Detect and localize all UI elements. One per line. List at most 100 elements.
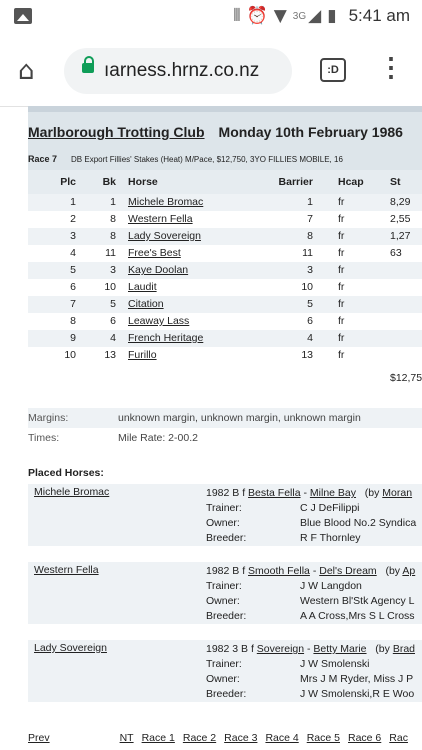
damsire-link[interactable]: Ap (402, 565, 415, 577)
result-plc: 4 (70, 247, 76, 259)
race-nav-link[interactable]: Race 6 (348, 732, 381, 744)
signal-icon: ◢ (308, 6, 322, 26)
damsire-link[interactable]: Brad (393, 643, 415, 655)
meeting-title: Marlborough Trotting Club Monday 10th Feb… (28, 124, 403, 140)
wifi-icon: ▼ (273, 6, 287, 26)
result-horse-link[interactable]: Laudit (128, 281, 157, 293)
network-type: 3G (292, 10, 307, 22)
race-nav-link[interactable]: Race 5 (307, 732, 340, 744)
club-link[interactable]: Marlborough Trotting Club (28, 124, 205, 140)
result-hcap: fr (338, 332, 345, 344)
result-bk: 6 (110, 315, 116, 327)
home-icon[interactable]: ⌂ (18, 58, 44, 84)
times-label: Times: (28, 432, 60, 444)
placed-horse-link[interactable]: Western Fella (34, 564, 99, 576)
placed-horse-link[interactable]: Michele Bromac (34, 486, 109, 498)
status-bar: ⫴ ⏰ ▼ 3G ◢ ▮ 5:41 am (0, 0, 422, 36)
result-row: 1 1 Michele Bromac 1 fr 8,29 (28, 194, 422, 211)
owner-value: Mrs J M Ryder, Miss J P (300, 673, 414, 685)
result-plc: 5 (70, 264, 76, 276)
result-hcap: fr (338, 264, 345, 276)
by-prefix: (by (364, 487, 383, 499)
pedigree-prefix: 1982 B f (206, 565, 249, 577)
result-bk: 4 (110, 332, 116, 344)
result-hcap: fr (338, 196, 345, 208)
sire-link[interactable]: Smooth Fella (248, 565, 310, 577)
result-bk: 3 (110, 264, 116, 276)
result-barrier: 3 (307, 264, 313, 276)
dam-link[interactable]: Del's Dream (319, 565, 376, 577)
breeder-value: J W Smolenski,R E Woo (300, 688, 415, 700)
margins-row: Margins: unknown margin, unknown margin,… (28, 408, 422, 428)
result-horse-link[interactable]: Furillo (128, 349, 157, 361)
result-hcap: fr (338, 230, 345, 242)
more-menu-icon[interactable]: ⋮ (378, 54, 404, 80)
pedigree-prefix: 1982 3 B f (206, 643, 257, 655)
race-number: Race 7 (28, 154, 58, 164)
race-nav-link[interactable]: Race 4 (265, 732, 298, 744)
sire-link[interactable]: Besta Fella (248, 487, 301, 499)
result-hcap: fr (338, 298, 345, 310)
result-horse-cell: Furillo (128, 347, 157, 364)
result-bk: 8 (110, 230, 116, 242)
result-barrier: 6 (307, 315, 313, 327)
tab-switcher-button[interactable]: :D (320, 58, 346, 82)
dam-link[interactable]: Betty Marie (313, 643, 366, 655)
trainer-line: Trainer: C J DeFilippi (206, 501, 360, 516)
col-plc: Plc (60, 176, 76, 188)
breeder-line: Breeder: J W Smolenski,R E Woo (206, 687, 414, 702)
breeder-value: A A Cross,Mrs S L Cross (300, 610, 415, 622)
trainer-line: Trainer: J W Langdon (206, 579, 362, 594)
result-horse-link[interactable]: Kaye Doolan (128, 264, 188, 276)
race-nav-link[interactable]: Race 2 (183, 732, 216, 744)
placed-horse-block: Lady Sovereign 1982 3 B f Sovereign - Bet… (28, 640, 422, 702)
sire-link[interactable]: Sovereign (257, 643, 304, 655)
result-horse-link[interactable]: Free's Best (128, 247, 181, 259)
col-horse: Horse (128, 176, 158, 188)
pedigree-line: 1982 3 B f Sovereign - Betty Marie (by B… (206, 643, 415, 655)
total-stake-row: $12,75 (28, 364, 422, 394)
result-barrier: 13 (301, 349, 313, 361)
result-hcap: fr (338, 213, 345, 225)
trainer-value: J W Smolenski (300, 658, 370, 670)
result-row: 9 4 French Heritage 4 fr (28, 330, 422, 347)
result-row: 4 11 Free's Best 11 fr 63 (28, 245, 422, 262)
result-horse-link[interactable]: Leaway Lass (128, 315, 189, 327)
prev-link[interactable]: Prev (28, 732, 50, 744)
result-horse-link[interactable]: French Heritage (128, 332, 203, 344)
result-horse-cell: Lady Sovereign (128, 228, 201, 245)
results-header-row: Plc Bk Horse Barrier Hcap St (28, 170, 422, 194)
dam-link[interactable]: Milne Bay (310, 487, 356, 499)
result-bk: 1 (110, 196, 116, 208)
result-horse-link[interactable]: Western Fella (128, 213, 193, 225)
address-bar[interactable]: ıarness.hrnz.co.nz (64, 48, 292, 94)
status-icons: ⫴ ⏰ ▼ 3G ◢ ▮ 5:41 am (233, 6, 410, 26)
result-horse-cell: Citation (128, 296, 164, 313)
result-bk: 10 (104, 281, 116, 293)
damsire-link[interactable]: Moran (382, 487, 412, 499)
result-plc: 7 (70, 298, 76, 310)
result-row: 6 10 Laudit 10 fr (28, 279, 422, 296)
result-bk: 11 (105, 247, 116, 259)
placed-horse-link[interactable]: Lady Sovereign (34, 642, 107, 654)
result-horse-cell: Western Fella (128, 211, 193, 228)
result-hcap: fr (338, 281, 345, 293)
by-prefix: (by (375, 643, 393, 655)
result-horse-link[interactable]: Michele Bromac (128, 196, 203, 208)
trainer-label: Trainer: (206, 502, 242, 514)
placed-horses-heading: Placed Horses: (28, 467, 104, 479)
owner-line: Owner: Mrs J M Ryder, Miss J P (206, 672, 413, 687)
gallery-notification-icon (14, 8, 32, 24)
col-hcap: Hcap (338, 176, 364, 188)
race-nav-link[interactable]: Race 3 (224, 732, 257, 744)
result-horse-link[interactable]: Lady Sovereign (128, 230, 201, 242)
result-bk: 5 (110, 298, 116, 310)
race-nav-link[interactable]: NT (120, 732, 134, 744)
race-nav-link[interactable]: Rac (389, 732, 408, 744)
result-stake: 2,55 (390, 213, 411, 225)
owner-line: Owner: Blue Blood No.2 Syndica (206, 516, 416, 531)
result-hcap: fr (338, 315, 345, 327)
result-plc: 1 (70, 196, 76, 208)
result-horse-link[interactable]: Citation (128, 298, 164, 310)
race-nav-link[interactable]: Race 1 (142, 732, 175, 744)
